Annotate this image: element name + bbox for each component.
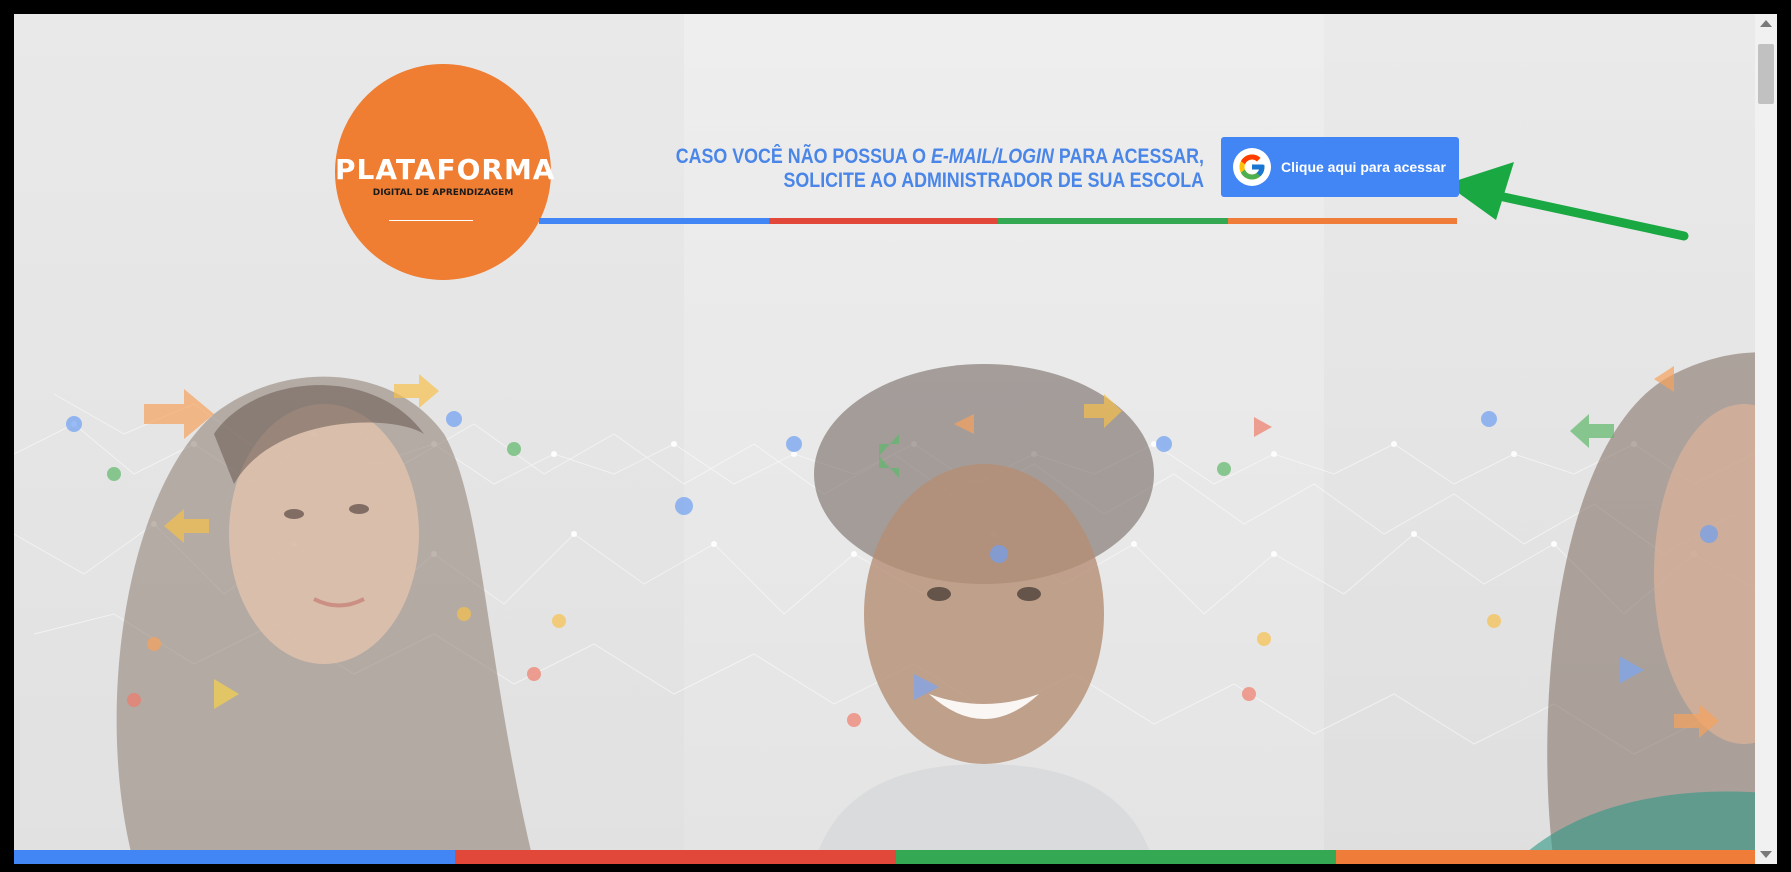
- footer-color-bar: [14, 850, 1777, 864]
- vertical-scrollbar[interactable]: [1755, 14, 1777, 864]
- notice-line-1-suffix: PARA ACESSAR,: [1053, 145, 1204, 168]
- person-left: [116, 376, 535, 864]
- color-bar-red: [768, 218, 998, 224]
- notice-line-1: CASO VOCÊ NÃO POSSUA O E-MAIL/LOGIN PARA…: [669, 145, 1204, 169]
- platform-logo: PLATAFORMA DIGITAL DE APRENDIZAGEM: [335, 64, 556, 280]
- header-color-bar: [539, 218, 1457, 224]
- person-center: [814, 364, 1154, 864]
- logo-title: PLATAFORMA: [335, 153, 556, 186]
- footer-bar-red: [454, 850, 896, 864]
- footer-bar-orange: [1336, 850, 1777, 864]
- scroll-up-arrow-icon[interactable]: [1760, 20, 1772, 27]
- logo-subtitle: DIGITAL DE APRENDIZAGEM: [372, 188, 514, 198]
- footer-bar-blue: [14, 850, 455, 864]
- page-viewport: PLATAFORMA DIGITAL DE APRENDIZAGEM CASO …: [14, 14, 1777, 864]
- footer-bar-green: [895, 850, 1337, 864]
- annotation-arrow: [1446, 162, 1689, 241]
- google-login-button[interactable]: Clique aqui para acessar: [1221, 137, 1459, 197]
- login-notice: CASO VOCÊ NÃO POSSUA O E-MAIL/LOGIN PARA…: [669, 145, 1204, 193]
- color-bar-orange: [1227, 218, 1457, 224]
- logo-underline: [389, 220, 473, 221]
- notice-line-1-prefix: CASO VOCÊ NÃO POSSUA O: [675, 145, 931, 168]
- notice-line-2: SOLICITE AO ADMINISTRADOR DE SUA ESCOLA: [783, 169, 1204, 192]
- background-illustration: [14, 162, 1777, 864]
- scroll-down-arrow-icon[interactable]: [1760, 851, 1772, 858]
- person-right: [1514, 352, 1777, 864]
- notice-line-1-emphasis: E-MAIL/LOGIN: [930, 145, 1054, 168]
- google-login-label: Clique aqui para acessar: [1281, 159, 1446, 175]
- scrollbar-thumb[interactable]: [1758, 44, 1774, 104]
- google-icon: [1233, 148, 1271, 186]
- color-bar-green: [998, 218, 1228, 224]
- color-bar-blue: [539, 218, 769, 224]
